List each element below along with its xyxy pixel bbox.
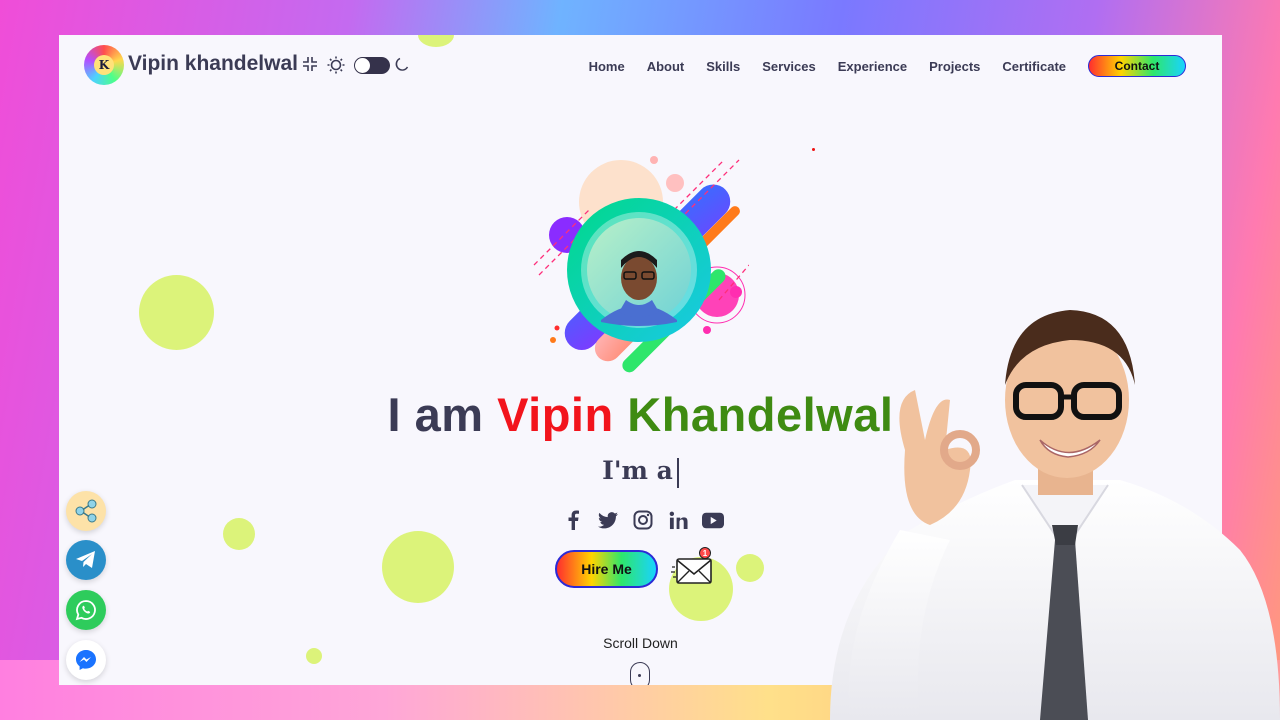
profile-artwork <box>533 156 749 373</box>
linkedin-icon[interactable] <box>667 509 689 531</box>
share-button[interactable] <box>66 491 106 531</box>
site-header: K Vipin khandelwal Home About Skills Ser… <box>59 35 1222 97</box>
decor-blob <box>382 531 454 603</box>
theme-toggle[interactable] <box>354 57 390 74</box>
social-links <box>562 509 724 531</box>
logo-letter: K <box>94 55 114 75</box>
brand-name[interactable]: Vipin khandelwal <box>128 52 298 76</box>
messenger-icon <box>76 650 96 670</box>
mail-notification-icon[interactable]: 1 <box>671 545 717 591</box>
instagram-icon[interactable] <box>632 509 654 531</box>
decor-dot <box>812 148 815 151</box>
site-logo[interactable]: K <box>84 45 124 85</box>
twitter-icon[interactable] <box>597 509 619 531</box>
whatsapp-icon <box>75 600 96 621</box>
decor-blob <box>736 554 764 582</box>
toggle-knob <box>355 58 370 73</box>
main-nav: Home About Skills Services Experience Pr… <box>567 55 1186 77</box>
hire-me-button[interactable]: Hire Me <box>555 550 658 588</box>
decor-blob <box>223 518 255 550</box>
contact-button[interactable]: Contact <box>1088 55 1186 77</box>
facebook-icon[interactable] <box>562 509 584 531</box>
title-prefix: I am <box>387 388 484 441</box>
sun-icon[interactable] <box>327 56 345 74</box>
mouse-scroll-icon[interactable] <box>630 662 650 685</box>
nav-certificate[interactable]: Certificate <box>1002 59 1066 74</box>
typing-caret <box>676 457 679 488</box>
nav-home[interactable]: Home <box>589 59 625 74</box>
whatsapp-button[interactable] <box>66 590 106 630</box>
compress-icon[interactable] <box>301 56 319 74</box>
nav-projects[interactable]: Projects <box>929 59 980 74</box>
man-illustration <box>830 310 1280 720</box>
youtube-icon[interactable] <box>702 509 724 531</box>
nav-experience[interactable]: Experience <box>838 59 907 74</box>
title-first-name: Vipin <box>497 388 614 441</box>
nav-services[interactable]: Services <box>762 59 816 74</box>
telegram-button[interactable] <box>66 540 106 580</box>
telegram-icon <box>76 551 95 568</box>
typed-text: I'm a <box>602 456 673 485</box>
notification-count: 1 <box>703 549 708 558</box>
share-icon <box>75 499 97 523</box>
decor-blob <box>139 275 214 350</box>
nav-about[interactable]: About <box>647 59 685 74</box>
nav-skills[interactable]: Skills <box>706 59 740 74</box>
moon-icon[interactable] <box>393 56 411 74</box>
messenger-button[interactable] <box>66 640 106 680</box>
